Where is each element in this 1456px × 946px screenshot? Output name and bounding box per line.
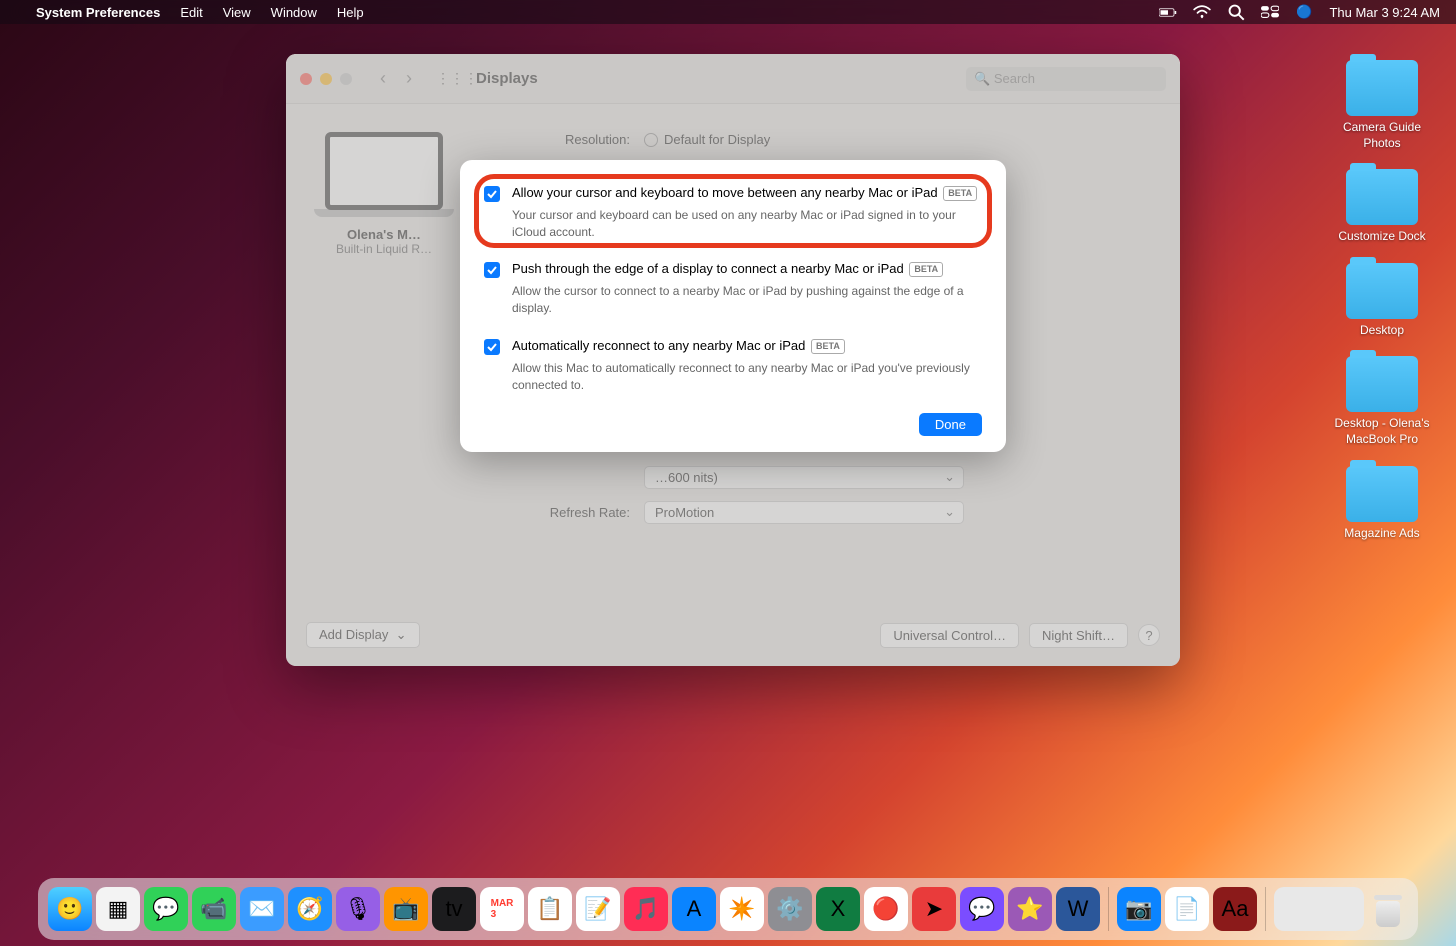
option-push-through[interactable]: Push through the edge of a display to co… xyxy=(484,260,982,316)
dock-settings[interactable]: ⚙️ xyxy=(768,887,812,931)
dock-tv[interactable]: tv xyxy=(432,887,476,931)
folder-icon xyxy=(1346,169,1418,225)
desktop-folder[interactable]: Customize Dock xyxy=(1332,169,1432,245)
control-center-icon[interactable] xyxy=(1261,5,1279,19)
dock-podcasts[interactable]: 🎙 xyxy=(336,887,380,931)
dock-zoom[interactable]: 📷 xyxy=(1117,887,1161,931)
beta-badge: BETA xyxy=(909,262,943,277)
battery-icon[interactable] xyxy=(1159,5,1177,19)
desktop-folder[interactable]: Magazine Ads xyxy=(1332,466,1432,542)
checkbox-checked-icon[interactable] xyxy=(484,339,500,355)
menubar: System Preferences Edit View Window Help… xyxy=(0,0,1456,24)
desktop-folder[interactable]: Desktop - Olena's MacBook Pro xyxy=(1332,356,1432,447)
dock-appstore[interactable]: A xyxy=(672,887,716,931)
folder-icon xyxy=(1346,356,1418,412)
dock-app[interactable]: ➤ xyxy=(912,887,956,931)
spotlight-icon[interactable] xyxy=(1227,5,1245,19)
desktop-icons: Camera Guide Photos Customize Dock Deskt… xyxy=(1332,60,1432,541)
checkbox-checked-icon[interactable] xyxy=(484,262,500,278)
dock-music[interactable]: 🎵 xyxy=(624,887,668,931)
desktop-folder[interactable]: Camera Guide Photos xyxy=(1332,60,1432,151)
dock-trash[interactable] xyxy=(1368,887,1408,931)
menubar-datetime[interactable]: Thu Mar 3 9:24 AM xyxy=(1329,5,1440,20)
dock-safari[interactable]: 🧭 xyxy=(288,887,332,931)
dock-finder[interactable]: 🙂 xyxy=(48,887,92,931)
app-menu[interactable]: System Preferences xyxy=(36,5,160,20)
done-button[interactable]: Done xyxy=(919,413,982,436)
dock-minimized-windows[interactable] xyxy=(1274,887,1364,931)
dock-facetime[interactable]: 📹 xyxy=(192,887,236,931)
folder-icon xyxy=(1346,60,1418,116)
dock-calendar[interactable]: MAR3 xyxy=(480,887,524,931)
beta-badge: BETA xyxy=(811,339,845,354)
dock-chrome[interactable]: 🔴 xyxy=(864,887,908,931)
menu-help[interactable]: Help xyxy=(337,5,364,20)
beta-badge: BETA xyxy=(943,186,977,201)
dock-mail[interactable]: ✉️ xyxy=(240,887,284,931)
folder-icon xyxy=(1346,263,1418,319)
menu-edit[interactable]: Edit xyxy=(180,5,202,20)
wifi-icon[interactable] xyxy=(1193,5,1211,19)
dock-separator xyxy=(1265,887,1266,931)
option-auto-reconnect[interactable]: Automatically reconnect to any nearby Ma… xyxy=(484,337,982,393)
dock: 🙂 ▦ 💬 📹 ✉️ 🧭 🎙 📺 tv MAR3 📋 📝 🎵 A ✴️ ⚙️ X… xyxy=(38,878,1418,940)
siri-icon[interactable]: 🔵 xyxy=(1295,5,1313,19)
dock-excel[interactable]: X xyxy=(816,887,860,931)
dock-app[interactable]: 💬 xyxy=(960,887,1004,931)
dock-pages[interactable]: 📄 xyxy=(1165,887,1209,931)
dock-app[interactable]: ⭐ xyxy=(1008,887,1052,931)
dock-messages[interactable]: 💬 xyxy=(144,887,188,931)
menu-window[interactable]: Window xyxy=(271,5,317,20)
dock-word[interactable]: W xyxy=(1056,887,1100,931)
universal-control-sheet: Allow your cursor and keyboard to move b… xyxy=(460,160,1006,452)
checkbox-checked-icon[interactable] xyxy=(484,186,500,202)
dock-app[interactable]: 📺 xyxy=(384,887,428,931)
dock-slack[interactable]: ✴️ xyxy=(720,887,764,931)
option-allow-cursor[interactable]: Allow your cursor and keyboard to move b… xyxy=(484,184,982,240)
dock-notes[interactable]: 📝 xyxy=(576,887,620,931)
folder-icon xyxy=(1346,466,1418,522)
dock-reminders[interactable]: 📋 xyxy=(528,887,572,931)
menu-view[interactable]: View xyxy=(223,5,251,20)
dock-separator xyxy=(1108,887,1109,931)
dock-dictionary[interactable]: Aa xyxy=(1213,887,1257,931)
dock-launchpad[interactable]: ▦ xyxy=(96,887,140,931)
desktop-folder[interactable]: Desktop xyxy=(1332,263,1432,339)
